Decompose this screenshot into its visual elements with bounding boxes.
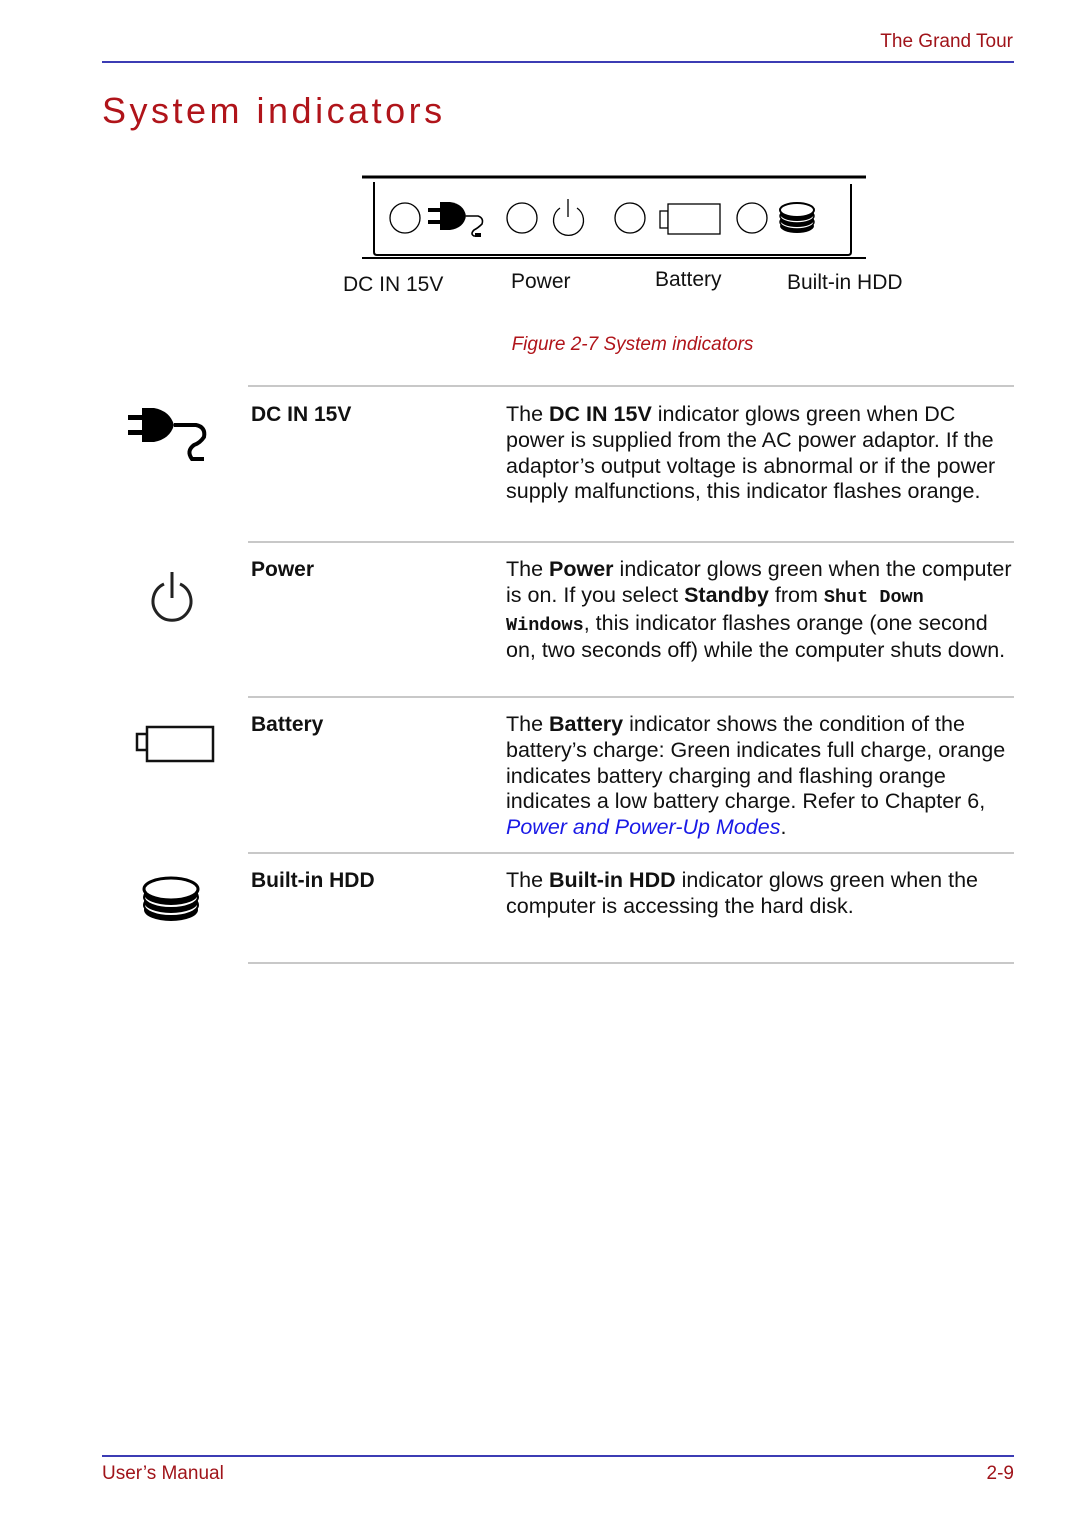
figure-label-battery: Battery xyxy=(655,268,722,291)
figure-caption: Figure 2-7 System indicators xyxy=(511,334,754,355)
indicator-description: The Battery indicator shows the conditio… xyxy=(506,712,1016,841)
bold-term: Standby xyxy=(684,582,769,607)
hdd-icon xyxy=(142,876,200,921)
led-dc-in xyxy=(389,202,421,234)
battery-icon xyxy=(135,725,215,763)
power-icon xyxy=(552,199,585,237)
page-number: 2-9 xyxy=(986,1463,1014,1484)
figure-label-dc-in: DC IN 15V xyxy=(343,273,444,296)
desc-text: from xyxy=(768,582,824,607)
desc-text: The xyxy=(506,557,550,581)
desc-text: . xyxy=(780,815,787,840)
indicator-description: The DC IN 15V indicator glows green when… xyxy=(506,402,1016,505)
bold-term: DC IN 15V xyxy=(549,402,652,426)
indicator-term: DC IN 15V xyxy=(251,403,352,426)
table-rule xyxy=(248,962,1014,964)
led-battery xyxy=(614,202,646,234)
desc-text: The xyxy=(506,868,550,892)
plug-icon xyxy=(428,202,484,237)
header-rule xyxy=(102,61,1014,63)
table-rule xyxy=(248,852,1014,854)
table-rule xyxy=(248,541,1014,543)
power-icon xyxy=(151,572,193,622)
running-header: The Grand Tour xyxy=(880,31,1013,52)
battery-icon xyxy=(659,203,721,235)
figure-label-power: Power xyxy=(511,270,571,293)
bold-term: Battery xyxy=(549,712,624,736)
indicator-panel-figure xyxy=(362,175,866,259)
indicator-term: Battery xyxy=(251,713,324,736)
hdd-icon xyxy=(779,202,815,233)
indicator-term: Power xyxy=(251,558,315,581)
footer-manual-title: User’s Manual xyxy=(102,1463,224,1484)
page-title: System indicators xyxy=(102,90,446,131)
plug-icon xyxy=(128,408,207,461)
cross-reference-link[interactable]: Power and Power-Up Modes xyxy=(506,815,780,839)
bold-term: Power xyxy=(549,557,614,581)
indicator-term: Built-in HDD xyxy=(251,869,375,892)
indicator-description: The Built-in HDD indicator glows green w… xyxy=(506,868,1016,920)
bold-term: Built-in HDD xyxy=(549,868,676,892)
table-rule xyxy=(248,696,1014,698)
led-hdd xyxy=(736,202,768,234)
indicator-description: The Power indicator glows green when the… xyxy=(506,557,1016,664)
footer-rule xyxy=(102,1455,1014,1457)
figure-label-hdd: Built-in HDD xyxy=(787,271,903,294)
led-power xyxy=(506,202,538,234)
table-rule xyxy=(248,385,1014,387)
desc-text: The xyxy=(506,712,550,736)
desc-text: The xyxy=(506,402,550,426)
